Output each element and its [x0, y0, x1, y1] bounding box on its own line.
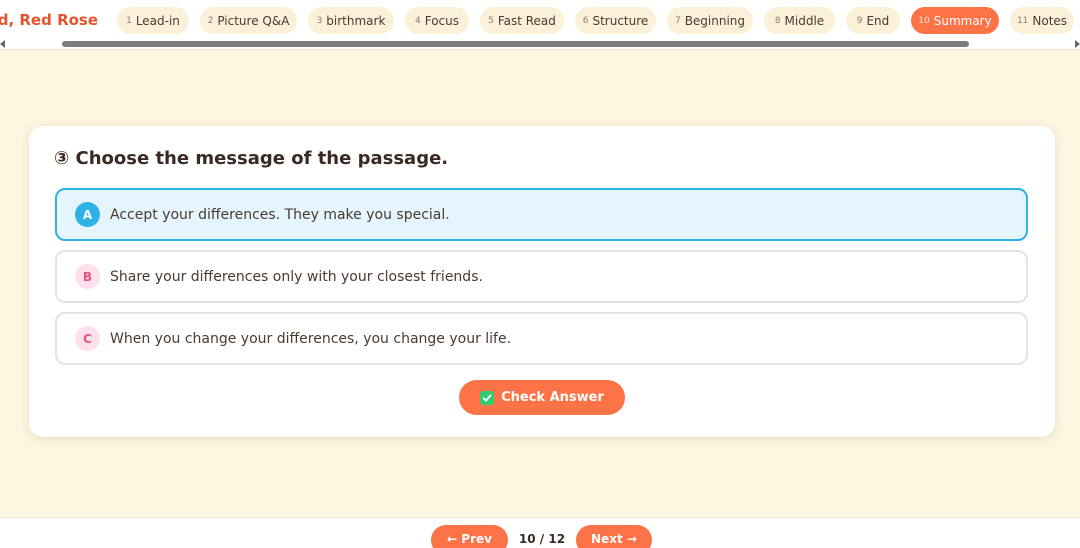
option-letter-badge: A — [75, 202, 100, 227]
question-card: ③ Choose the message of the passage. A A… — [29, 126, 1055, 437]
tab-number: 2 — [207, 15, 214, 26]
tab-focus[interactable]: 4 Focus — [405, 7, 469, 34]
lesson-title: Red, Red Rose — [0, 11, 99, 29]
tab-label: Beginning — [684, 13, 746, 28]
option-text: Share your differences only with your cl… — [110, 268, 483, 285]
scroll-right-arrow-icon[interactable] — [1075, 40, 1080, 48]
tab-number: 6 — [582, 15, 589, 26]
option-b[interactable]: B Share your differences only with your … — [55, 250, 1028, 303]
prev-button[interactable]: ← Prev — [431, 525, 508, 548]
tab-fast-read[interactable]: 5 Fast Read — [480, 7, 564, 34]
question-text: ③ Choose the message of the passage. — [54, 148, 449, 169]
scrollbar-thumb[interactable] — [62, 41, 969, 47]
tab-structure[interactable]: 6 Structure — [575, 7, 656, 34]
tab-number: 11 — [1016, 15, 1029, 26]
tab-notes[interactable]: 11 Notes — [1010, 7, 1074, 34]
tab-lead-in[interactable]: 1 Lead-in — [117, 7, 189, 34]
page-indicator: 10 / 12 — [518, 532, 566, 546]
tab-number: 7 — [674, 15, 681, 26]
tab-middle[interactable]: 8 Middle — [764, 7, 835, 34]
option-text: When you change your differences, you ch… — [110, 330, 512, 347]
tab-end[interactable]: 9 End — [846, 7, 900, 34]
tab-number: 4 — [414, 15, 421, 26]
option-letter-badge: B — [75, 264, 100, 289]
tab-birthmark[interactable]: 3 birthmark — [308, 7, 394, 34]
check-mark-icon — [480, 390, 495, 405]
scroll-left-arrow-icon[interactable] — [0, 40, 5, 48]
tab-label: End — [866, 13, 890, 28]
tab-label: Picture Q&A — [217, 13, 290, 28]
option-a[interactable]: A Accept your differences. They make you… — [55, 188, 1028, 241]
bottom-navigation-bar: ← Prev 10 / 12 Next → — [0, 517, 1080, 548]
check-answer-label: Check Answer — [501, 390, 604, 405]
option-c[interactable]: C When you change your differences, you … — [55, 312, 1028, 365]
tab-label: Notes — [1032, 13, 1068, 28]
tab-label: Summary — [933, 13, 992, 28]
tab-number: 1 — [126, 15, 132, 26]
tab-picture-qa[interactable]: 2 Picture Q&A — [200, 7, 297, 34]
tab-label: Structure — [592, 13, 649, 28]
tab-label: Focus — [424, 13, 459, 28]
tab-beginning[interactable]: 7 Beginning — [667, 7, 753, 34]
tab-summary[interactable]: 10 Summary — [911, 7, 999, 34]
tab-number: 10 — [918, 15, 930, 26]
tab-number: 3 — [316, 15, 323, 26]
tab-label: birthmark — [326, 13, 386, 28]
tab-label: Lead-in — [135, 13, 180, 28]
check-answer-button[interactable]: Check Answer — [459, 380, 625, 415]
top-navigation-bar: Red, Red Rose 1 Lead-in 2 Picture Q&A 3 … — [0, 0, 1080, 50]
option-letter-badge: C — [75, 326, 100, 351]
tab-scrollbar[interactable] — [0, 38, 1080, 48]
tab-number: 5 — [488, 15, 494, 26]
tab-label: Fast Read — [497, 13, 556, 28]
next-button[interactable]: Next → — [576, 525, 652, 548]
tab-label: Middle — [784, 13, 825, 28]
option-text: Accept your differences. They make you s… — [110, 206, 450, 223]
tab-number: 9 — [856, 15, 863, 26]
tab-number: 8 — [774, 15, 781, 26]
